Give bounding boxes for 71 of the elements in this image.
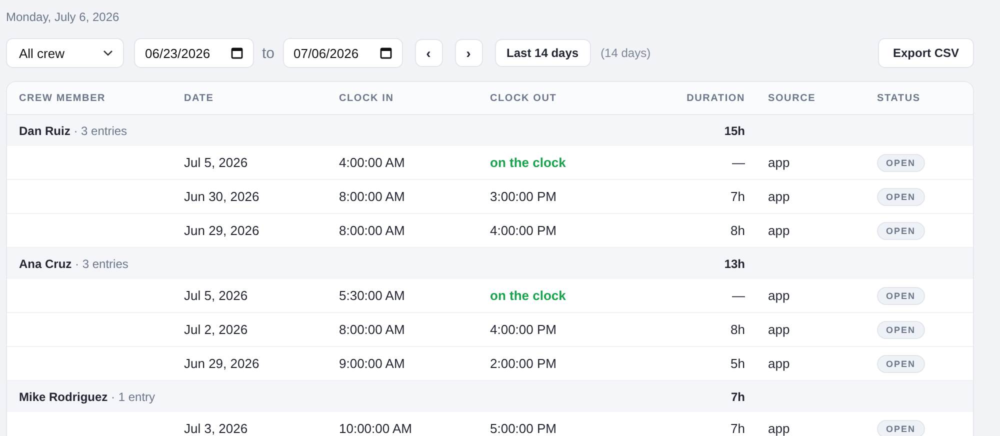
table-cell-text: 4:00:00 PM xyxy=(490,223,558,238)
column-header: CREW MEMBER xyxy=(19,92,107,104)
table-cell: 8h xyxy=(730,223,745,238)
chevron-down-icon xyxy=(103,50,113,56)
status-badge: OPEN xyxy=(877,286,925,304)
column-header: CLOCK OUT xyxy=(490,92,558,104)
table-cell-text: app xyxy=(767,322,791,337)
next-button[interactable]: › xyxy=(454,39,483,67)
table-cell-text: 5:00:00 PM xyxy=(490,421,558,436)
table-cell-text: app xyxy=(767,223,791,238)
entry-count: · 3 entries xyxy=(74,124,128,138)
table-cell-text: 8:00:00 AM xyxy=(339,223,406,238)
table-cell-text: app xyxy=(767,288,791,303)
table-cell-text: 4:00:00 PM xyxy=(490,322,558,337)
preset-button[interactable]: Last 14 days xyxy=(494,39,591,67)
crew-select[interactable]: All crew xyxy=(6,38,124,68)
table-cell-text: 5:30:00 AM xyxy=(339,288,406,303)
date-field[interactable]: 06/23/2026 xyxy=(134,38,254,68)
date-heading: Monday, July 6, 2026 xyxy=(6,10,120,24)
column-header: SOURCE xyxy=(767,92,817,104)
table-cell: 7h xyxy=(730,421,745,436)
table-cell-text: app xyxy=(767,155,791,170)
calendar-icon xyxy=(231,47,243,59)
column-header: DATE xyxy=(184,92,215,104)
calendar-icon xyxy=(380,47,392,59)
table-cell-text: Jun 30, 2026 xyxy=(184,189,260,204)
export-button[interactable]: Export CSV xyxy=(878,38,974,68)
entry-count: · 3 entries xyxy=(75,256,128,270)
table-cell-text: Jul 5, 2026 xyxy=(184,288,249,303)
column-header: STATUS xyxy=(877,92,922,104)
table-cell-text: Jul 3, 2026 xyxy=(184,421,249,436)
table-cell-text: 10:00:00 AM xyxy=(339,421,413,436)
status-badge: OPEN xyxy=(877,420,925,436)
table-cell: 5h xyxy=(730,356,745,371)
column-header: DURATION xyxy=(686,92,745,104)
to-label: to xyxy=(262,44,275,62)
total-duration: 15h xyxy=(724,124,745,138)
table-cell-text: app xyxy=(767,421,791,436)
table-cell: — xyxy=(732,288,745,303)
status-badge: OPEN xyxy=(877,188,925,206)
table-cell-text: 3:00:00 PM xyxy=(490,189,558,204)
date-field[interactable]: 07/06/2026 xyxy=(282,38,403,68)
crew-name: Mike Rodriguez xyxy=(19,390,108,404)
table-cell-text: Jul 5, 2026 xyxy=(184,155,249,170)
table-cell-text: 8:00:00 AM xyxy=(339,189,406,204)
table-cell-text: on the clock xyxy=(490,155,567,170)
status-badge: OPEN xyxy=(877,320,925,338)
status-badge: OPEN xyxy=(877,354,925,372)
table-cell-text: 8:00:00 AM xyxy=(339,322,406,337)
table-cell-text: on the clock xyxy=(490,288,567,303)
entry-count: · 1 entry xyxy=(111,390,156,404)
table-cell-text: 2:00:00 PM xyxy=(490,356,558,371)
table-cell: 7h xyxy=(730,189,745,204)
crew-name: Ana Cruz xyxy=(19,256,72,270)
column-header: CLOCK IN xyxy=(339,92,395,104)
table-cell-text: Jul 2, 2026 xyxy=(184,322,249,337)
table-cell-text: Jun 29, 2026 xyxy=(184,356,260,371)
table-cell-text: 4:00:00 AM xyxy=(339,155,406,170)
crew-name: Dan Ruiz xyxy=(19,124,70,138)
table-cell-text: Jun 29, 2026 xyxy=(184,223,260,238)
range-length: (14 days) xyxy=(600,46,651,60)
total-duration: 13h xyxy=(724,256,745,270)
table-cell-text: app xyxy=(767,189,791,204)
table-cell: 8h xyxy=(730,322,745,337)
status-badge: OPEN xyxy=(877,154,925,172)
table-cell-text: 9:00:00 AM xyxy=(339,356,406,371)
table-cell-text: app xyxy=(767,356,791,371)
table-cell: — xyxy=(732,155,745,170)
previous-button[interactable]: ‹ xyxy=(414,39,443,67)
status-badge: OPEN xyxy=(877,222,925,240)
total-duration: 7h xyxy=(730,390,745,404)
